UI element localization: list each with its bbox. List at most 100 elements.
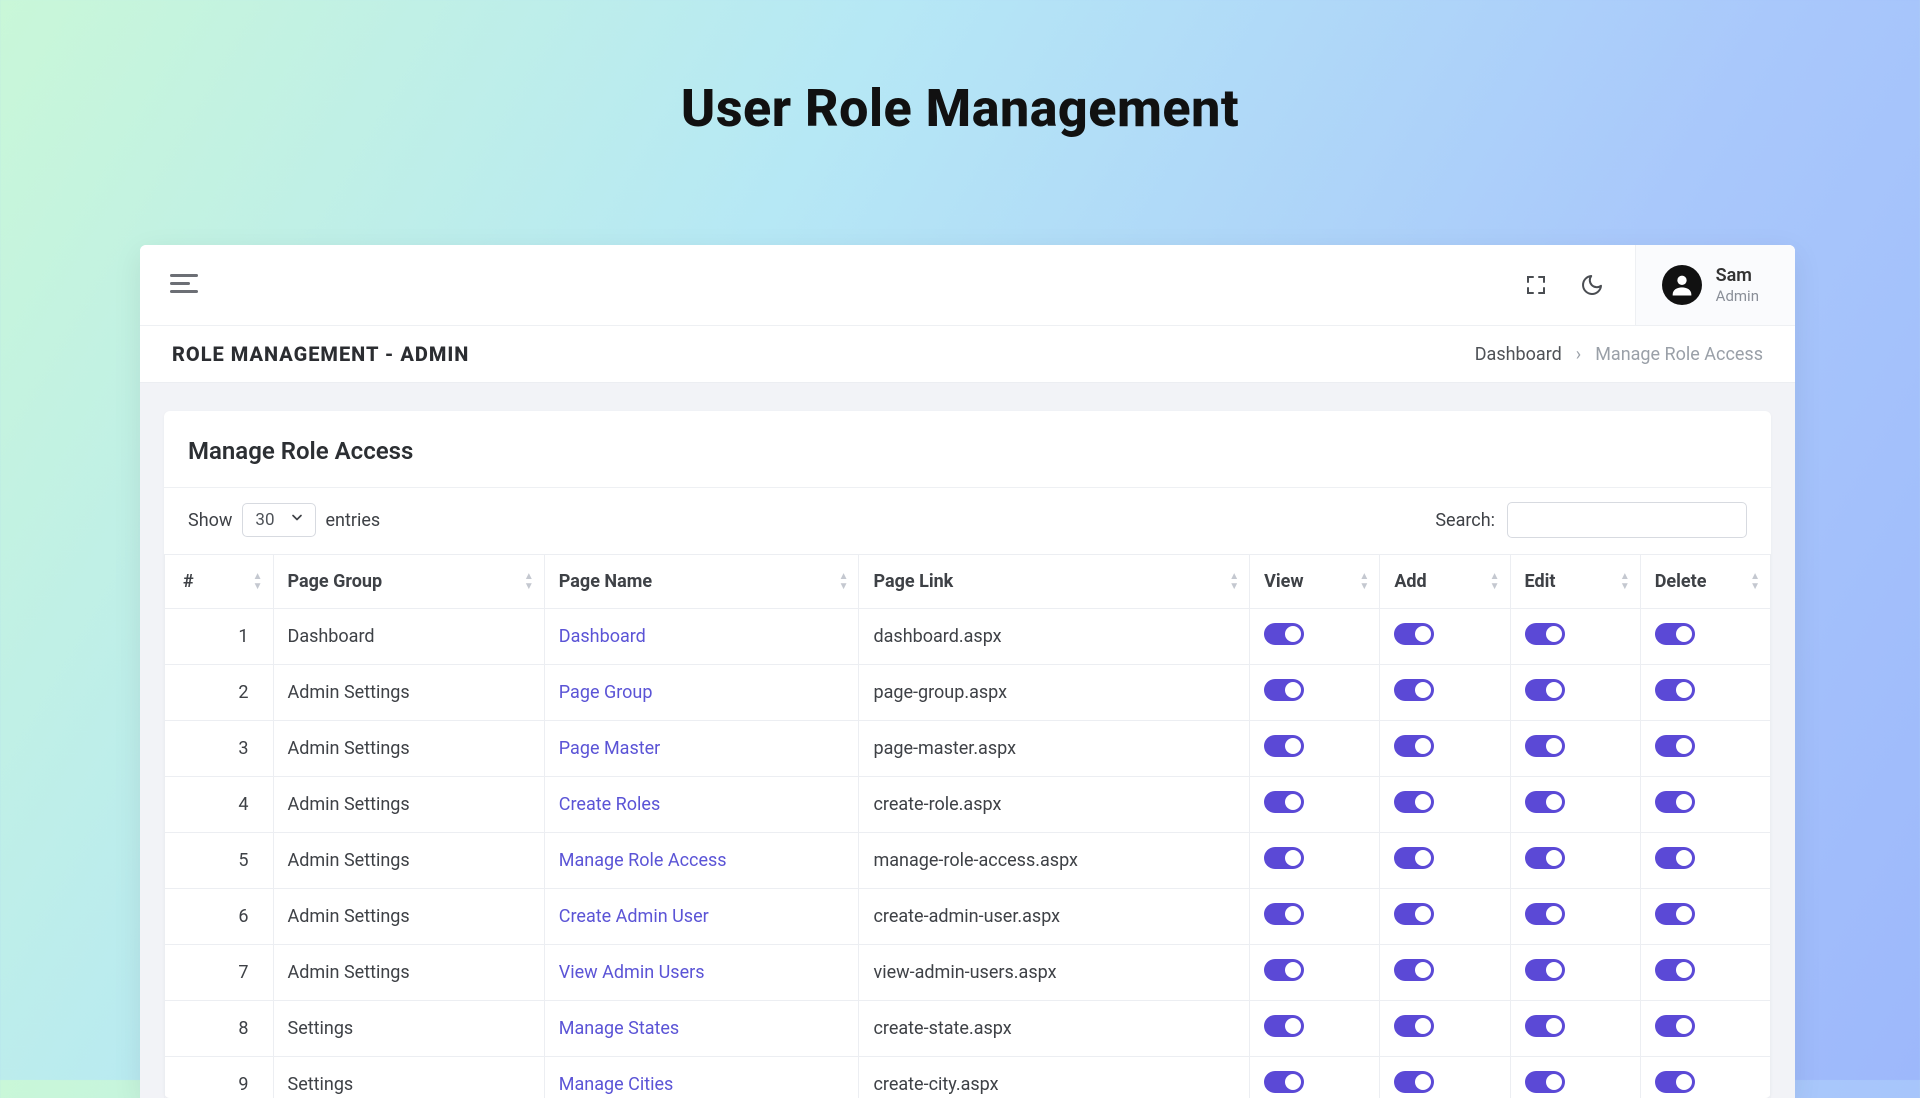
page-size-select[interactable]: 30 [242, 503, 315, 537]
cell-edit [1510, 1057, 1640, 1098]
toggle-view[interactable] [1264, 623, 1304, 645]
page-name-link[interactable]: Dashboard [559, 626, 646, 647]
toggle-delete[interactable] [1655, 735, 1695, 757]
col-view[interactable]: View▲▼ [1250, 555, 1380, 609]
cell-add [1380, 945, 1510, 1001]
breadcrumb-root[interactable]: Dashboard [1475, 344, 1562, 365]
col-edit-label: Edit [1525, 571, 1556, 592]
cell-view [1250, 609, 1380, 665]
toggle-add[interactable] [1394, 1071, 1434, 1093]
page-name-link[interactable]: Page Master [559, 738, 661, 759]
cell-page-link: page-group.aspx [859, 665, 1250, 721]
cell-page-group: Admin Settings [273, 889, 544, 945]
toggle-edit[interactable] [1525, 847, 1565, 869]
page-name-link[interactable]: Page Group [559, 682, 653, 703]
cell-add [1380, 721, 1510, 777]
cell-page-group: Dashboard [273, 609, 544, 665]
fullscreen-icon[interactable] [1523, 272, 1549, 298]
toggle-view[interactable] [1264, 959, 1304, 981]
cell-delete [1640, 889, 1770, 945]
dark-mode-icon[interactable] [1579, 272, 1605, 298]
page-name-link[interactable]: Manage Cities [559, 1074, 674, 1095]
toggle-add[interactable] [1394, 903, 1434, 925]
toggle-edit[interactable] [1525, 735, 1565, 757]
toggle-view[interactable] [1264, 791, 1304, 813]
entries-label: entries [326, 510, 381, 531]
toggle-delete[interactable] [1655, 623, 1695, 645]
permissions-table: #▲▼ Page Group ▲▼ Page Name▲▼ Page Link▲▼… [164, 554, 1771, 1098]
toggle-view[interactable] [1264, 903, 1304, 925]
col-page-name[interactable]: Page Name▲▼ [544, 555, 859, 609]
col-delete[interactable]: Delete▲▼ [1640, 555, 1770, 609]
toggle-view[interactable] [1264, 1015, 1304, 1037]
cell-view [1250, 833, 1380, 889]
toggle-add[interactable] [1394, 959, 1434, 981]
cell-add [1380, 777, 1510, 833]
breadcrumb-current: Manage Role Access [1595, 344, 1763, 365]
toggle-delete[interactable] [1655, 791, 1695, 813]
toggle-add[interactable] [1394, 679, 1434, 701]
cell-edit [1510, 665, 1640, 721]
toggle-delete[interactable] [1655, 959, 1695, 981]
col-add-label: Add [1394, 571, 1426, 592]
cell-page-group: Admin Settings [273, 833, 544, 889]
cell-page-name: Page Group [544, 665, 859, 721]
toggle-delete[interactable] [1655, 1071, 1695, 1093]
toggle-edit[interactable] [1525, 903, 1565, 925]
cell-page-group: Admin Settings [273, 777, 544, 833]
toggle-view[interactable] [1264, 735, 1304, 757]
toggle-view[interactable] [1264, 1071, 1304, 1093]
col-edit[interactable]: Edit▲▼ [1510, 555, 1640, 609]
col-page-link[interactable]: Page Link▲▼ [859, 555, 1250, 609]
toggle-add[interactable] [1394, 623, 1434, 645]
cell-add [1380, 833, 1510, 889]
toggle-delete[interactable] [1655, 679, 1695, 701]
page-name-link[interactable]: Create Roles [559, 794, 660, 815]
cell-delete [1640, 609, 1770, 665]
page-name-link[interactable]: Manage Role Access [559, 850, 727, 871]
toggle-view[interactable] [1264, 847, 1304, 869]
col-add[interactable]: Add▲▼ [1380, 555, 1510, 609]
toggle-edit[interactable] [1525, 1015, 1565, 1037]
user-menu[interactable]: Sam Admin [1635, 245, 1795, 325]
col-page-group-label: Page Group [288, 571, 383, 592]
toggle-delete[interactable] [1655, 847, 1695, 869]
col-page-group[interactable]: Page Group ▲▼ [273, 555, 544, 609]
page-name-link[interactable]: View Admin Users [559, 962, 705, 983]
toggle-edit[interactable] [1525, 791, 1565, 813]
avatar-icon [1662, 265, 1702, 305]
cell-view [1250, 889, 1380, 945]
page-size-control: Show 30 entries [188, 503, 380, 537]
toggle-add[interactable] [1394, 847, 1434, 869]
toggle-add[interactable] [1394, 791, 1434, 813]
toggle-delete[interactable] [1655, 1015, 1695, 1037]
toggle-edit[interactable] [1525, 679, 1565, 701]
search-control: Search: [1435, 502, 1747, 538]
sort-icon: ▲▼ [1229, 572, 1239, 592]
cell-index: 5 [165, 833, 274, 889]
toggle-view[interactable] [1264, 679, 1304, 701]
toggle-edit[interactable] [1525, 1071, 1565, 1093]
sort-icon: ▲▼ [524, 572, 534, 592]
cell-page-name: Create Roles [544, 777, 859, 833]
page-name-link[interactable]: Manage States [559, 1018, 679, 1039]
search-input[interactable] [1507, 502, 1747, 538]
toggle-add[interactable] [1394, 1015, 1434, 1037]
table-row: 6Admin SettingsCreate Admin Usercreate-a… [165, 889, 1771, 945]
toggle-edit[interactable] [1525, 623, 1565, 645]
cell-add [1380, 889, 1510, 945]
hero-title: User Role Management [0, 0, 1920, 139]
table-row: 7Admin SettingsView Admin Usersview-admi… [165, 945, 1771, 1001]
col-view-label: View [1264, 571, 1303, 592]
cell-delete [1640, 1057, 1770, 1098]
toggle-delete[interactable] [1655, 903, 1695, 925]
table-row: 9SettingsManage Citiescreate-city.aspx [165, 1057, 1771, 1098]
toggle-edit[interactable] [1525, 959, 1565, 981]
menu-toggle-icon[interactable] [170, 274, 198, 296]
user-name: Sam [1716, 265, 1759, 287]
page-name-link[interactable]: Create Admin User [559, 906, 709, 927]
toggle-add[interactable] [1394, 735, 1434, 757]
col-index[interactable]: #▲▼ [165, 555, 274, 609]
sort-icon: ▲▼ [839, 572, 849, 592]
cell-delete [1640, 833, 1770, 889]
